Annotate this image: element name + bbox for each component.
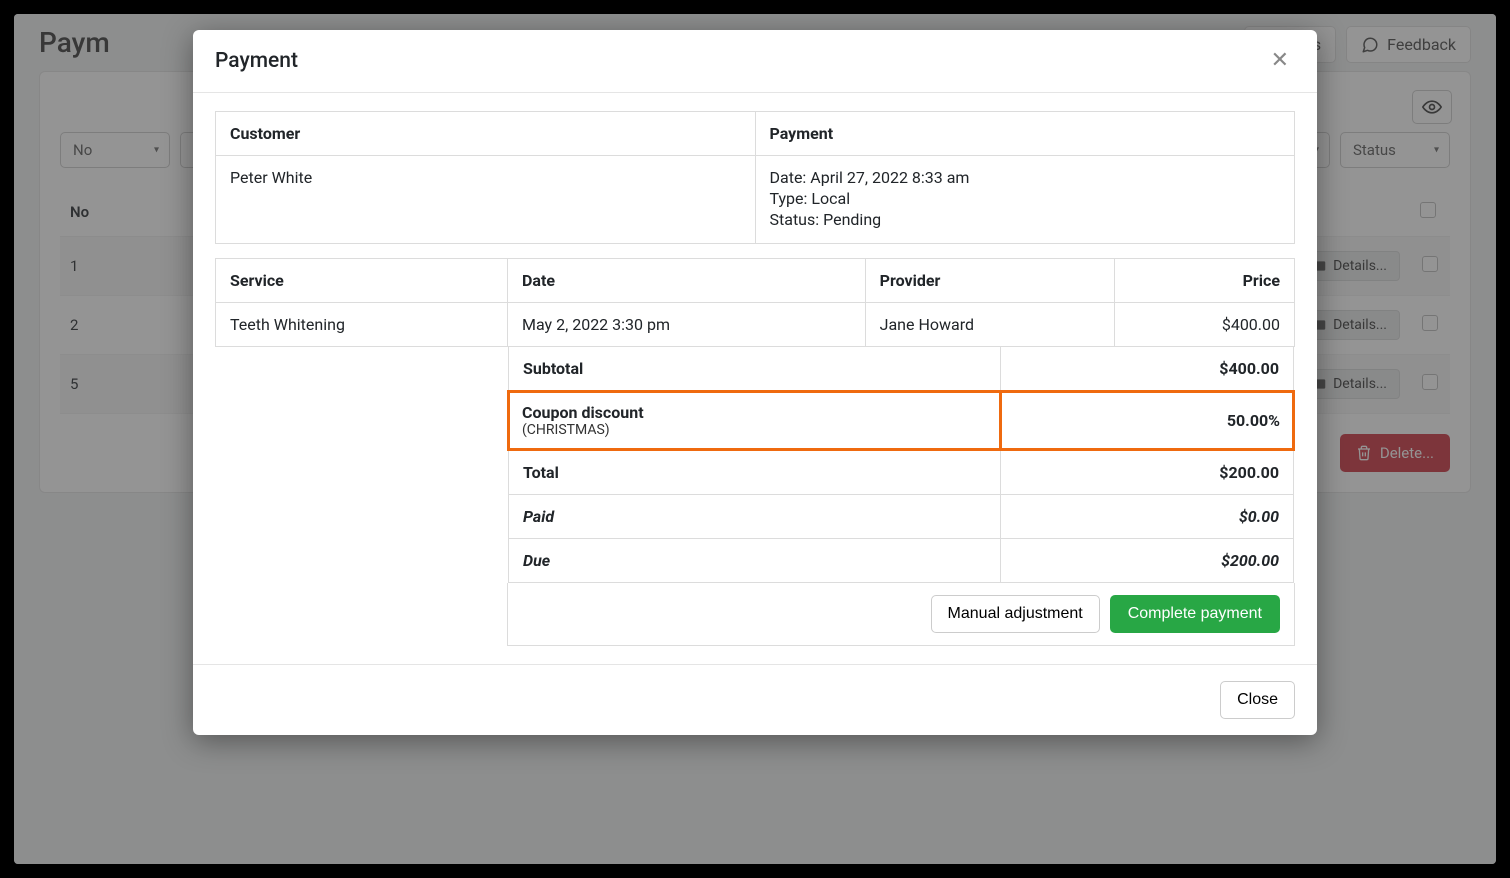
payment-modal: Payment ✕ Customer Payment Peter White D… [193, 30, 1317, 735]
modal-body: Customer Payment Peter White Date: April… [193, 93, 1317, 664]
due-value: $200.00 [1000, 539, 1293, 583]
payment-type-value: Local [811, 189, 850, 208]
cell-service: Teeth Whitening [216, 303, 508, 347]
col-service: Service [216, 259, 508, 303]
payment-header: Payment [755, 112, 1295, 156]
modal-footer: Close [193, 664, 1317, 735]
col-date: Date [508, 259, 866, 303]
coupon-label: Coupon discount [522, 403, 987, 422]
paid-label: Paid [509, 495, 1001, 539]
service-row: Teeth Whitening May 2, 2022 3:30 pm Jane… [216, 303, 1295, 347]
close-icon[interactable]: ✕ [1265, 48, 1295, 74]
modal-header: Payment ✕ [193, 30, 1317, 93]
coupon-value: 50.00% [1000, 392, 1293, 450]
coupon-row: Coupon discount (CHRISTMAS) 50.00% [509, 392, 1294, 450]
summary-table: Subtotal $400.00 Coupon discount (CHRIST… [507, 347, 1295, 583]
payment-details-cell: Date: April 27, 2022 8:33 am Type: Local… [755, 156, 1295, 244]
subtotal-row: Subtotal $400.00 [509, 347, 1294, 392]
subtotal-label: Subtotal [509, 347, 1001, 392]
payment-status-value: Pending [823, 210, 881, 229]
payment-type-label: Type: [770, 189, 808, 208]
payment-date-label: Date: [770, 168, 807, 187]
total-label: Total [509, 450, 1001, 495]
payment-date-value: April 27, 2022 8:33 am [810, 168, 969, 187]
total-row: Total $200.00 [509, 450, 1294, 495]
due-label: Due [509, 539, 1001, 583]
paid-value: $0.00 [1000, 495, 1293, 539]
modal-title: Payment [215, 49, 298, 73]
col-price: Price [1115, 259, 1295, 303]
col-provider: Provider [865, 259, 1114, 303]
payment-status-label: Status: [770, 210, 820, 229]
coupon-code: (CHRISTMAS) [522, 422, 987, 438]
complete-payment-button[interactable]: Complete payment [1110, 595, 1280, 633]
close-button[interactable]: Close [1220, 681, 1295, 719]
paid-row: Paid $0.00 [509, 495, 1294, 539]
cell-price: $400.00 [1115, 303, 1295, 347]
customer-header: Customer [216, 112, 756, 156]
total-value: $200.00 [1000, 450, 1293, 495]
cell-date: May 2, 2022 3:30 pm [508, 303, 866, 347]
manual-adjustment-button[interactable]: Manual adjustment [931, 595, 1100, 633]
due-row: Due $200.00 [509, 539, 1294, 583]
cell-provider: Jane Howard [865, 303, 1114, 347]
subtotal-value: $400.00 [1000, 347, 1293, 392]
payment-actions: Manual adjustment Complete payment [507, 583, 1295, 646]
customer-name: Peter White [216, 156, 756, 244]
coupon-cell: Coupon discount (CHRISTMAS) [509, 392, 1001, 450]
info-table: Customer Payment Peter White Date: April… [215, 111, 1295, 244]
service-table: Service Date Provider Price Teeth Whiten… [215, 258, 1295, 347]
